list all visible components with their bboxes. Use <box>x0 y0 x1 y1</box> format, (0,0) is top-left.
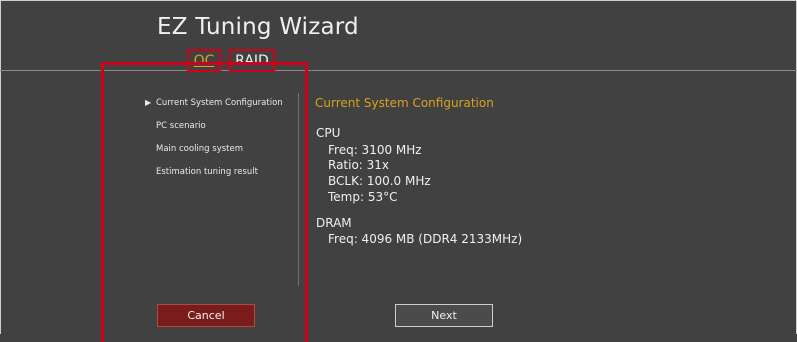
step-main-cooling-system[interactable]: Main cooling system <box>156 144 243 154</box>
cpu-freq: Freq: 3100 MHz <box>328 143 422 157</box>
cpu-heading: CPU <box>316 126 341 140</box>
window-border-top <box>0 0 797 1</box>
cancel-button[interactable]: Cancel <box>157 304 255 327</box>
step-pc-scenario[interactable]: PC scenario <box>156 121 206 131</box>
cpu-temp: Temp: 53°C <box>328 190 398 204</box>
step-estimation-tuning-result[interactable]: Estimation tuning result <box>156 167 258 177</box>
triangle-right-icon: ▶ <box>145 98 152 107</box>
window-border-left <box>0 0 1 334</box>
panel-divider <box>298 93 299 286</box>
dram-heading: DRAM <box>316 216 352 230</box>
cpu-ratio: Ratio: 31x <box>328 158 390 172</box>
wizard-title: EZ Tuning Wizard <box>157 14 359 40</box>
cpu-bclk: BCLK: 100.0 MHz <box>328 174 431 188</box>
section-title: Current System Configuration <box>315 96 494 110</box>
step-current-system-configuration[interactable]: Current System Configuration <box>156 98 283 108</box>
dram-freq: Freq: 4096 MB (DDR4 2133MHz) <box>328 232 523 246</box>
next-button[interactable]: Next <box>395 304 493 327</box>
